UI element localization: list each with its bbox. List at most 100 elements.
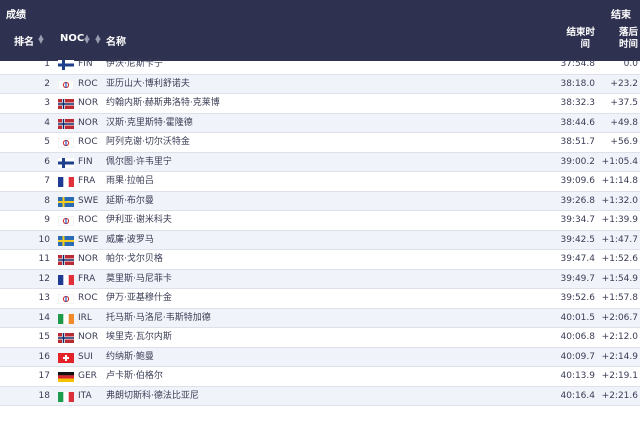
rank-sort-icon[interactable]: ▲ ▼ <box>38 34 44 45</box>
finish-time-cell: 39:09.6 <box>560 176 595 186</box>
table-row[interactable]: 6 FIN 佩尔图·许韦里宁 39:00.2 +1:05.4 <box>0 152 640 172</box>
rank-cell: 17 <box>38 371 50 381</box>
finish-time-cell: 39:52.6 <box>560 293 595 303</box>
gap-column-header-line2[interactable]: 时间 <box>608 39 638 50</box>
athlete-name-cell: 汉斯·克里斯特·霍隆德 <box>106 117 193 128</box>
table-row[interactable]: 11 NOR 帕尔·戈尔贝格 39:47.4 +1:52.6 <box>0 250 640 270</box>
finish-time-cell: 39:47.4 <box>560 254 595 264</box>
table-row[interactable]: 3 NOR 约翰内斯·赫斯弗洛特·克莱博 38:32.3 +37.5 <box>0 94 640 114</box>
athlete-name-cell: 约翰内斯·赫斯弗洛特·克莱博 <box>106 98 220 108</box>
nor-flag-icon <box>58 333 74 343</box>
name-sort-icon[interactable]: ▲ ▼ <box>95 34 101 45</box>
time-behind-cell: +1:39.9 <box>601 215 638 225</box>
noc-cell: SWE <box>78 234 99 245</box>
sui-flag-icon <box>58 352 74 363</box>
finish-time-cell: 39:42.5 <box>560 234 595 245</box>
athlete-name-cell: 约纳斯·鲍曼 <box>106 351 154 362</box>
table-row[interactable]: 12 FRA 莫里斯·马尼菲卡 39:49.7 +1:54.9 <box>0 269 640 289</box>
noc-cell: SWE <box>78 195 99 206</box>
time-behind-cell: +1:57.8 <box>601 293 638 303</box>
athlete-name-cell: 帕尔·戈尔贝格 <box>106 254 163 264</box>
name-column-header[interactable]: 名称 <box>106 33 126 48</box>
table-row[interactable]: 7 FRA 雨果·拉帕吕 39:09.6 +1:14.8 <box>0 172 640 192</box>
fra-flag-icon <box>58 274 74 285</box>
rank-cell: 12 <box>38 273 50 284</box>
time-behind-cell: +2:12.0 <box>601 332 638 342</box>
time-behind-cell: 0.0 <box>623 59 638 69</box>
rank-cell: 6 <box>44 156 50 167</box>
athlete-name-cell: 伊沃·尼斯卡宁 <box>106 59 163 69</box>
table-row[interactable]: 18 ITA 弗朗切斯科·德法比亚尼 40:16.4 +2:21.6 <box>0 386 640 406</box>
noc-column-header[interactable]: NOC <box>60 33 84 44</box>
finish-time-cell: 38:18.0 <box>560 78 595 89</box>
rank-cell: 1 <box>44 59 50 69</box>
irl-flag-icon <box>58 313 74 324</box>
rank-cell: 13 <box>38 293 50 303</box>
table-row[interactable]: 4 NOR 汉斯·克里斯特·霍隆德 38:44.6 +49.8 <box>0 113 640 133</box>
fin-flag-icon <box>58 157 74 168</box>
table-row[interactable]: 10 SWE 威廉·波罗马 39:42.5 +1:47.7 <box>0 230 640 250</box>
noc-cell: ROC <box>78 137 98 147</box>
ita-flag-icon <box>58 391 74 402</box>
table-row[interactable]: 9 ROC 伊利亚·谢米科夫 39:34.7 +1:39.9 <box>0 211 640 231</box>
athlete-name-cell: 雨果·拉帕吕 <box>106 176 154 186</box>
swe-flag-icon <box>58 196 74 207</box>
athlete-name-cell: 佩尔图·许韦里宁 <box>106 156 172 167</box>
nor-flag-icon <box>58 118 74 129</box>
table-row[interactable]: 1 FIN 伊沃·尼斯卡宁 37:54.8 0.0 <box>0 55 640 75</box>
rank-cell: 10 <box>38 234 50 245</box>
rank-cell: 3 <box>44 98 50 108</box>
fra-flag-icon <box>58 177 74 187</box>
finish-time-cell: 40:13.9 <box>560 371 595 381</box>
table-row[interactable]: 5 ROC 阿列克谢·切尔沃特金 38:51.7 +56.9 <box>0 133 640 153</box>
noc-cell: NOR <box>78 117 99 128</box>
table-row[interactable]: 15 NOR 埃里克·瓦尔内斯 40:06.8 +2:12.0 <box>0 328 640 348</box>
time-behind-cell: +1:52.6 <box>601 254 638 264</box>
table-row[interactable]: 16 SUI 约纳斯·鲍曼 40:09.7 +2:14.9 <box>0 347 640 367</box>
table-row[interactable]: 14 IRL 托马斯·马洛尼·韦斯特加德 40:01.5 +2:06.7 <box>0 308 640 328</box>
noc-cell: ROC <box>78 215 98 225</box>
time-behind-cell: +49.8 <box>610 117 638 128</box>
table-row[interactable]: 17 GER 卢卡斯·伯格尔 40:13.9 +2:19.1 <box>0 367 640 387</box>
table-row[interactable]: 13 ROC 伊万·亚基穆什金 39:52.6 +1:57.8 <box>0 289 640 309</box>
roc-flag-icon <box>58 216 74 226</box>
roc-flag-icon <box>58 294 74 304</box>
athlete-name-cell: 延斯·布尔曼 <box>106 195 154 206</box>
nor-flag-icon <box>58 255 74 265</box>
rank-cell: 8 <box>44 195 50 206</box>
finish-time-cell: 40:09.7 <box>560 351 595 362</box>
swe-flag-icon <box>58 235 74 246</box>
noc-cell: ITA <box>78 390 92 401</box>
status-label: 结束 <box>611 10 631 21</box>
table-row[interactable]: 2 ROC 亚历山大·博利舒诺夫 38:18.0 +23.2 <box>0 74 640 94</box>
athlete-name-cell: 莫里斯·马尼菲卡 <box>106 273 172 284</box>
time-column-header-line1[interactable]: 结束时 <box>560 27 595 38</box>
noc-sort-icon[interactable]: ▲ ▼ <box>84 34 90 45</box>
finish-time-cell: 38:32.3 <box>560 98 595 108</box>
fin-flag-icon <box>58 60 74 70</box>
ger-flag-icon <box>58 372 74 382</box>
roc-flag-icon <box>58 138 74 148</box>
gap-column-header-line1[interactable]: 落后 <box>608 27 638 38</box>
rank-cell: 15 <box>38 332 50 342</box>
athlete-name-cell: 伊利亚·谢米科夫 <box>106 215 172 225</box>
results-table-body: 1 FIN 伊沃·尼斯卡宁 37:54.8 0.0 2 ROC 亚历山大·博利舒诺夫 38:18… <box>0 55 640 406</box>
finish-time-cell: 40:01.5 <box>560 312 595 323</box>
table-row[interactable]: 8 SWE 延斯·布尔曼 39:26.8 +1:32.0 <box>0 191 640 211</box>
athlete-name-cell: 阿列克谢·切尔沃特金 <box>106 137 190 147</box>
athlete-name-cell: 伊万·亚基穆什金 <box>106 293 172 303</box>
time-behind-cell: +37.5 <box>610 98 638 108</box>
noc-cell: SUI <box>78 351 93 362</box>
time-behind-cell: +1:05.4 <box>601 156 638 167</box>
time-behind-cell: +1:54.9 <box>601 273 638 284</box>
noc-cell: FRA <box>78 176 96 186</box>
time-behind-cell: +56.9 <box>610 137 638 147</box>
finish-time-cell: 38:44.6 <box>560 117 595 128</box>
time-column-header-line2[interactable]: 间 <box>560 39 595 50</box>
time-behind-cell: +2:21.6 <box>601 390 638 401</box>
roc-flag-icon <box>58 79 74 90</box>
rank-cell: 18 <box>38 390 50 401</box>
time-behind-cell: +1:32.0 <box>601 195 638 206</box>
noc-cell: FIN <box>78 59 93 69</box>
rank-column-header[interactable]: 排名 <box>14 33 34 48</box>
